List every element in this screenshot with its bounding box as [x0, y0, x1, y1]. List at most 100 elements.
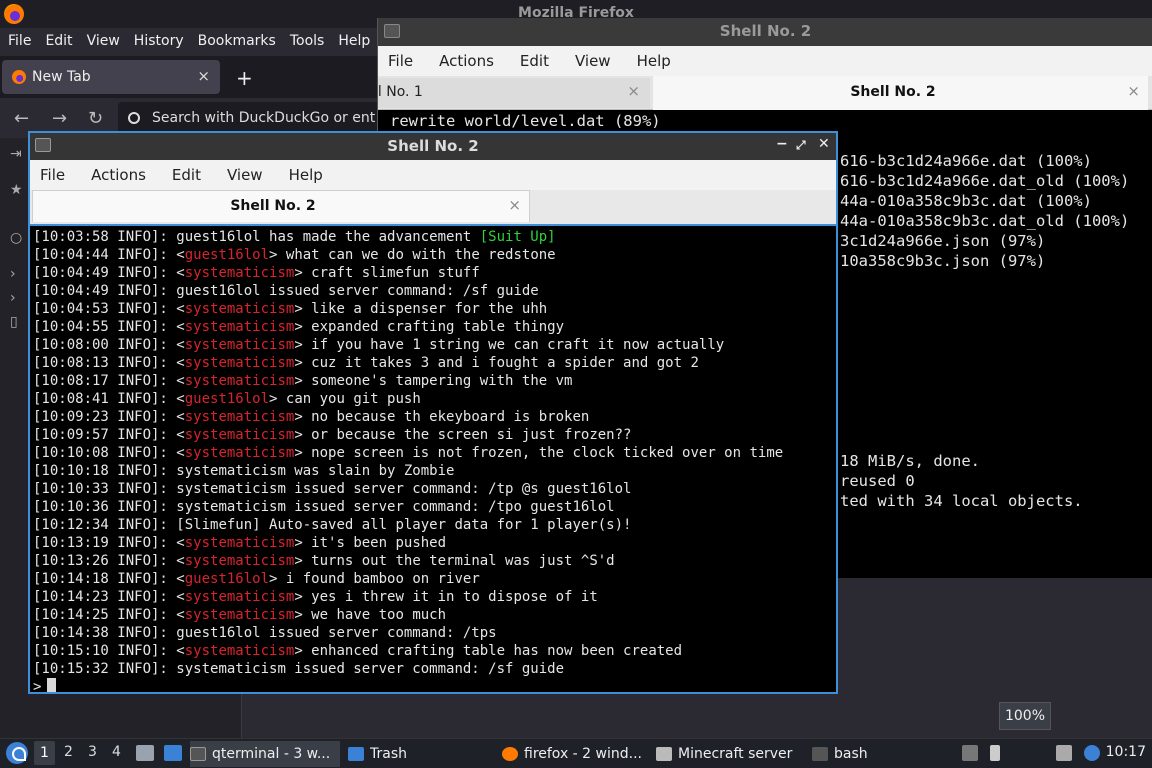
log-message: enhanced crafting table has now been cre…: [311, 643, 683, 659]
sidebar-folder-icon[interactable]: ▯: [10, 314, 18, 330]
firefox-menu-file[interactable]: File: [8, 33, 31, 49]
close-tab-icon[interactable]: ×: [1127, 82, 1140, 100]
task-label: Minecraft server: [678, 746, 793, 762]
desktop-4-button[interactable]: 4: [112, 744, 121, 760]
close-tab-icon[interactable]: ×: [508, 196, 521, 214]
task-trash[interactable]: Trash: [348, 741, 468, 767]
terminal-front-title: Shell No. 2: [387, 137, 479, 155]
close-button[interactable]: ✕: [818, 136, 830, 152]
desktop-2-button[interactable]: 2: [64, 744, 73, 760]
firefox-menu-edit[interactable]: Edit: [45, 33, 72, 49]
prompt-symbol: >: [33, 679, 42, 692]
task-bash[interactable]: bash: [812, 741, 882, 767]
updates-tray-icon[interactable]: [962, 745, 978, 761]
menu-view[interactable]: View: [227, 166, 263, 184]
log-message: craft slimefun stuff: [311, 265, 480, 281]
terminal-front-menubar: File Actions Edit View Help: [30, 160, 836, 190]
minimize-button[interactable]: −: [776, 136, 788, 152]
terminal-front-output[interactable]: [10:03:58 INFO]: guest16lol has made the…: [30, 224, 836, 692]
url-bar-placeholder: Search with DuckDuckGo or ent: [152, 110, 376, 126]
forward-button[interactable]: →: [52, 108, 67, 129]
log-timestamp: [10:10:36 INFO]:: [33, 499, 177, 515]
log-username: systematicism: [184, 427, 295, 443]
log-message: if you have 1 string we can craft it now…: [311, 337, 725, 353]
task-minecraft-server[interactable]: Minecraft server: [656, 741, 806, 767]
menu-edit[interactable]: Edit: [172, 166, 201, 184]
new-tab-button[interactable]: +: [236, 66, 253, 90]
terminal-front-titlebar[interactable]: Shell No. 2 − ⤢ ✕: [30, 133, 836, 160]
terminal-back-titlebar[interactable]: Shell No. 2: [378, 18, 1152, 46]
tab-shell-1[interactable]: ll No. 1 ×: [378, 78, 650, 108]
log-message: systematicism was slain by Zombie: [176, 463, 455, 479]
terminal-prompt[interactable]: >: [33, 678, 836, 692]
sidebar-expand-icon[interactable]: ›: [10, 290, 16, 306]
tab-shell-2[interactable]: Shell No. 2 ×: [653, 76, 1148, 110]
tab-shell-2[interactable]: Shell No. 2 ×: [32, 190, 530, 222]
file-manager-icon[interactable]: [136, 745, 154, 761]
firefox-menu-help[interactable]: Help: [338, 33, 370, 49]
network-tray-icon[interactable]: [1056, 745, 1072, 761]
firefox-tab-label: New Tab: [32, 69, 91, 85]
menu-file[interactable]: File: [388, 52, 413, 70]
log-message: cuz it takes 3 and i fought a spider and…: [311, 355, 699, 371]
firefox-tab-new-tab[interactable]: New Tab ×: [2, 60, 220, 94]
search-icon: [128, 112, 140, 124]
tab-shell-1-label: ll No. 1: [378, 84, 423, 100]
task-label: firefox - 2 wind...: [524, 746, 642, 762]
sidebar-bookmark-icon[interactable]: ★: [10, 182, 23, 198]
firefox-menu-history[interactable]: History: [134, 33, 184, 49]
back-button[interactable]: ←: [14, 108, 29, 129]
log-line: [10:12:34 INFO]: [Slimefun] Auto-saved a…: [33, 516, 836, 534]
terminal-window-front: Shell No. 2 − ⤢ ✕ File Actions Edit View…: [28, 131, 838, 694]
firefox-tab-icon: [12, 70, 26, 84]
task-qterminal[interactable]: qterminal - 3 w...: [190, 741, 340, 767]
log-message: guest16lol issued server command: /sf gu…: [176, 283, 539, 299]
sidebar-search-icon[interactable]: ○: [10, 230, 22, 246]
log-line: [10:04:55 INFO]: <systematicism> expande…: [33, 319, 565, 335]
close-tab-icon[interactable]: ×: [197, 67, 210, 85]
terminal-line: ted with 34 local objects.: [840, 492, 1083, 510]
sidebar-import-icon[interactable]: ⇥: [10, 146, 22, 162]
start-menu-icon[interactable]: [6, 742, 28, 764]
desktop-1-button[interactable]: 1: [34, 741, 55, 765]
menu-view[interactable]: View: [575, 52, 611, 70]
log-timestamp: [10:14:18 INFO]:: [33, 571, 177, 587]
menu-actions[interactable]: Actions: [91, 166, 146, 184]
log-line: [10:09:23 INFO]: <systematicism> no beca…: [33, 409, 590, 425]
maximize-button[interactable]: ⤢: [796, 138, 806, 153]
sidebar-expand-icon[interactable]: ›: [10, 266, 16, 282]
log-message: turns out the terminal was just ^S'd: [311, 553, 615, 569]
firefox-menubar: File Edit View History Bookmarks Tools H…: [0, 28, 380, 54]
reload-button[interactable]: ↻: [88, 108, 103, 129]
log-message: no because th ekeyboard is broken: [311, 409, 590, 425]
log-username: systematicism: [184, 373, 295, 389]
log-message: someone's tampering with the vm: [311, 373, 573, 389]
log-timestamp: [10:10:33 INFO]:: [33, 481, 177, 497]
terminal-back-tabbar: ll No. 1 × Shell No. 2 ×: [378, 76, 1152, 110]
menu-file[interactable]: File: [40, 166, 65, 184]
log-username: systematicism: [184, 409, 295, 425]
clipboard-tray-icon[interactable]: [1084, 745, 1100, 761]
menu-actions[interactable]: Actions: [439, 52, 494, 70]
terminal-line: 18 MiB/s, done.: [840, 452, 980, 470]
url-bar[interactable]: Search with DuckDuckGo or ent: [118, 102, 380, 134]
menu-edit[interactable]: Edit: [520, 52, 549, 70]
menu-help[interactable]: Help: [289, 166, 323, 184]
log-username: systematicism: [184, 265, 295, 281]
terminal-icon: [190, 747, 206, 761]
log-username: systematicism: [184, 355, 295, 371]
firefox-menu-tools[interactable]: Tools: [290, 33, 325, 49]
volume-tooltip: 100%: [999, 702, 1051, 730]
firefox-menu-view[interactable]: View: [87, 33, 120, 49]
show-desktop-icon[interactable]: [164, 745, 182, 761]
close-tab-icon[interactable]: ×: [627, 82, 640, 100]
log-timestamp: [10:04:55 INFO]:: [33, 319, 177, 335]
folder-icon: [348, 747, 364, 761]
log-timestamp: [10:15:10 INFO]:: [33, 643, 177, 659]
firefox-menu-bookmarks[interactable]: Bookmarks: [198, 33, 276, 49]
minecraft-icon: [656, 747, 672, 761]
desktop-3-button[interactable]: 3: [88, 744, 97, 760]
task-firefox[interactable]: firefox - 2 wind...: [502, 741, 648, 767]
menu-help[interactable]: Help: [637, 52, 671, 70]
volume-tray-icon[interactable]: [990, 745, 1000, 761]
